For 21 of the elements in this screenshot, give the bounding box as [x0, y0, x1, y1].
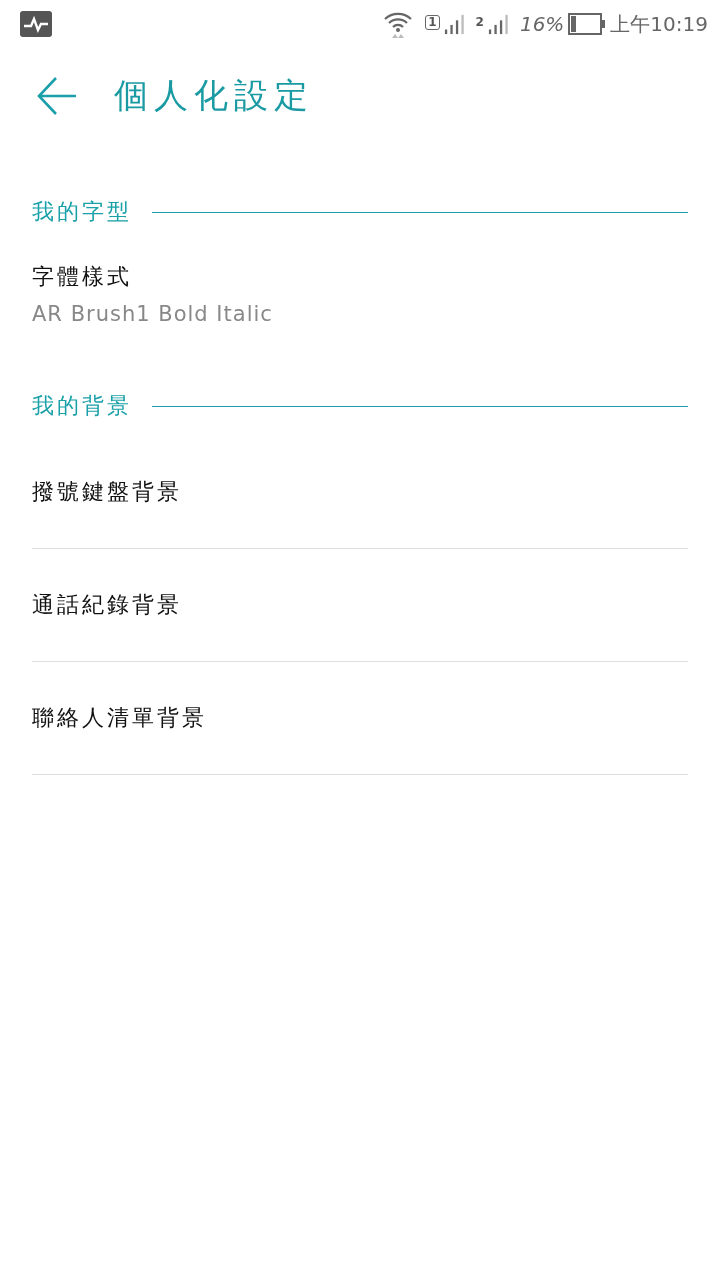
item-label: 聯絡人清單背景 — [32, 704, 208, 732]
item-label: 通話紀錄背景 — [32, 591, 183, 619]
section-title: 我的背景 — [32, 392, 132, 420]
settings-item[interactable]: 字體樣式 AR Brush1 Bold Italic — [32, 242, 688, 346]
sim-label: 1 — [425, 15, 440, 30]
back-arrow-icon[interactable] — [36, 76, 78, 116]
activity-icon — [20, 11, 52, 37]
signal-icon — [443, 12, 466, 36]
item-value: AR Brush1 Bold Italic — [32, 302, 274, 326]
settings-item[interactable]: 通話紀錄背景 — [32, 549, 688, 662]
battery-percent: 16% — [519, 12, 565, 36]
page-title: 個人化設定 — [114, 74, 314, 117]
section-title: 我的字型 — [32, 198, 132, 226]
battery-icon — [568, 13, 607, 35]
settings-item[interactable]: 撥號鍵盤背景 — [32, 436, 688, 549]
item-label: 字體樣式 — [32, 263, 133, 291]
item-label: 撥號鍵盤背景 — [32, 478, 183, 506]
settings-item[interactable]: 聯絡人清單背景 — [32, 662, 688, 775]
clock: 上午10:19 — [610, 10, 708, 38]
signal-icon — [487, 12, 510, 36]
sim-label: 2 — [475, 15, 484, 29]
